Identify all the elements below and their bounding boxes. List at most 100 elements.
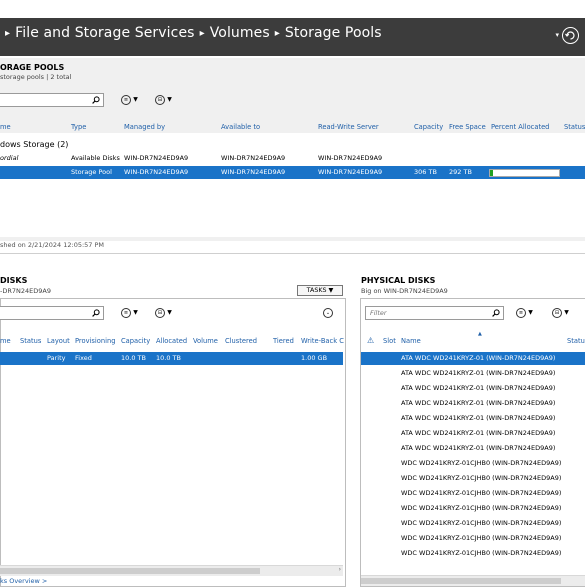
pool-available-to: WIN-DR7N24ED9A9 xyxy=(221,154,286,162)
column-header-slot[interactable]: Slot xyxy=(383,337,396,345)
refresh-button[interactable] xyxy=(562,27,579,44)
column-header-clustered[interactable]: Clustered xyxy=(225,337,257,345)
breadcrumb-item-volumes[interactable]: Volumes xyxy=(210,25,270,41)
list-icon: ≡ xyxy=(121,308,131,318)
column-header-provisioning[interactable]: Provisioning xyxy=(75,337,115,345)
list-icon: ≡ xyxy=(516,308,526,318)
column-header-name[interactable]: me xyxy=(0,123,11,131)
physical-disk-name: ATA WDC WD241KRYZ-01 (WIN-DR7N24ED9A9) xyxy=(401,399,556,407)
physical-disk-name: ATA WDC WD241KRYZ-01 (WIN-DR7N24ED9A9) xyxy=(401,354,556,362)
list-item[interactable]: ATA WDC WD241KRYZ-01 (WIN-DR7N24ED9A9) xyxy=(361,367,585,380)
scroll-right-icon[interactable]: › xyxy=(339,566,341,573)
vdisk-write-back-cache: 1.00 GB xyxy=(301,354,328,362)
refresh-timestamp: shed on 2/21/2024 12:05:57 PM xyxy=(0,241,105,249)
storage-pools-filter-input[interactable] xyxy=(0,93,104,107)
search-icon[interactable] xyxy=(92,96,100,104)
filter-icon: ⊟ xyxy=(155,95,165,105)
pool-managed-by: WIN-DR7N24ED9A9 xyxy=(124,154,189,162)
chevron-down-icon: ▼ xyxy=(528,309,533,316)
vdisk-allocated: 10.0 TB xyxy=(156,354,181,362)
table-row[interactable]: ordial Available Disks WIN-DR7N24ED9A9 W… xyxy=(0,153,585,164)
column-header-volume[interactable]: Volume xyxy=(193,337,218,345)
column-header-status[interactable]: Statu xyxy=(567,337,585,345)
pool-type: Storage Pool xyxy=(71,168,112,176)
filter-placeholder: Filter xyxy=(370,309,387,317)
virtual-disks-subtitle: -DR7N24ED9A9 xyxy=(0,287,51,295)
chevron-down-icon: ▼ xyxy=(133,96,138,103)
horizontal-scrollbar[interactable] xyxy=(361,575,585,586)
column-header-allocated[interactable]: Allocated xyxy=(156,337,187,345)
table-row[interactable]: Parity Fixed 10.0 TB 10.0 TB 1.00 GB xyxy=(0,352,343,365)
column-header-name[interactable]: me xyxy=(0,337,11,345)
overview-link[interactable]: ks Overview > xyxy=(0,577,47,585)
horizontal-scrollbar[interactable]: › xyxy=(0,565,343,576)
physical-disk-name: WDC WD241KRYZ-01CJHB0 (WIN-DR7N24ED9A9) xyxy=(401,489,562,497)
column-header-percent-allocated[interactable]: Percent Allocated xyxy=(491,123,549,131)
list-item[interactable]: ATA WDC WD241KRYZ-01 (WIN-DR7N24ED9A9) xyxy=(361,442,585,455)
expand-button[interactable]: ⌄ xyxy=(323,308,333,318)
warning-icon[interactable]: ⚠ xyxy=(367,336,374,345)
list-item[interactable]: WDC WD241KRYZ-01CJHB0 (WIN-DR7N24ED9A9) xyxy=(361,502,585,515)
list-item[interactable]: WDC WD241KRYZ-01CJHB0 (WIN-DR7N24ED9A9) xyxy=(361,472,585,485)
column-header-layout[interactable]: Layout xyxy=(47,337,70,345)
physical-disk-name: ATA WDC WD241KRYZ-01 (WIN-DR7N24ED9A9) xyxy=(401,384,556,392)
physical-disk-name: WDC WD241KRYZ-01CJHB0 (WIN-DR7N24ED9A9) xyxy=(401,474,562,482)
virtual-disks-filter-input[interactable] xyxy=(0,306,104,320)
column-header-free-space[interactable]: Free Space xyxy=(449,123,486,131)
refresh-icon xyxy=(565,31,575,40)
pool-type: Available Disks xyxy=(71,154,120,162)
filter-icon: ⊟ xyxy=(552,308,562,318)
list-options-button[interactable]: ≡ ▼ xyxy=(516,308,533,318)
list-item[interactable]: WDC WD241KRYZ-01CJHB0 (WIN-DR7N24ED9A9) xyxy=(361,457,585,470)
tasks-button[interactable]: TASKS ▼ xyxy=(297,285,343,296)
table-row[interactable]: Storage Pool WIN-DR7N24ED9A9 WIN-DR7N24E… xyxy=(0,166,585,179)
scrollbar-thumb[interactable] xyxy=(361,578,561,584)
history-dropdown-icon[interactable]: ▾ xyxy=(555,31,559,39)
scrollbar-thumb[interactable] xyxy=(0,568,260,574)
list-item[interactable]: ATA WDC WD241KRYZ-01 (WIN-DR7N24ED9A9) xyxy=(361,427,585,440)
column-header-type[interactable]: Type xyxy=(71,123,86,131)
column-header-capacity[interactable]: Capacity xyxy=(121,337,150,345)
list-options-button[interactable]: ≡ ▼ xyxy=(121,95,138,105)
filter-options-button[interactable]: ⊟ ▼ xyxy=(155,95,172,105)
column-header-status[interactable]: Status xyxy=(20,337,41,345)
list-options-button[interactable]: ≡ ▼ xyxy=(121,308,138,318)
physical-disks-list: ATA WDC WD241KRYZ-01 (WIN-DR7N24ED9A9) AT… xyxy=(361,352,585,562)
physical-disk-name: WDC WD241KRYZ-01CJHB0 (WIN-DR7N24ED9A9) xyxy=(401,519,562,527)
vdisk-provisioning: Fixed xyxy=(75,354,92,362)
column-header-available-to[interactable]: Available to xyxy=(221,123,260,131)
list-item[interactable]: ATA WDC WD241KRYZ-01 (WIN-DR7N24ED9A9) xyxy=(361,382,585,395)
physical-disks-filter-input[interactable]: Filter xyxy=(365,306,504,320)
breadcrumb-separator-icon: ▸ xyxy=(199,28,205,39)
list-item[interactable]: ATA WDC WD241KRYZ-01 (WIN-DR7N24ED9A9) xyxy=(361,412,585,425)
physical-disks-subtitle: Big on WIN-DR7N24ED9A9 xyxy=(361,287,448,295)
virtual-disks-title: DISKS xyxy=(0,276,28,285)
list-item[interactable]: WDC WD241KRYZ-01CJHB0 (WIN-DR7N24ED9A9) xyxy=(361,547,585,560)
physical-disk-name: ATA WDC WD241KRYZ-01 (WIN-DR7N24ED9A9) xyxy=(401,369,556,377)
vdisk-layout: Parity xyxy=(47,354,66,362)
column-header-status[interactable]: Status xyxy=(564,123,585,131)
storage-pools-subtitle: storage pools | 2 total xyxy=(0,73,72,81)
column-header-tiered[interactable]: Tiered xyxy=(273,337,294,345)
search-icon[interactable] xyxy=(492,309,500,317)
group-header[interactable]: dows Storage (2) xyxy=(0,140,68,149)
column-header-name[interactable]: Name xyxy=(401,337,421,345)
breadcrumb-separator-icon: ▸ xyxy=(5,28,11,39)
column-header-write-back-cache[interactable]: Write-Back C xyxy=(301,337,344,345)
column-header-read-write-server[interactable]: Read-Write Server xyxy=(318,123,379,131)
search-icon[interactable] xyxy=(92,309,100,317)
filter-options-button[interactable]: ⊟ ▼ xyxy=(552,308,569,318)
list-item[interactable]: WDC WD241KRYZ-01CJHB0 (WIN-DR7N24ED9A9) xyxy=(361,532,585,545)
physical-disk-name: WDC WD241KRYZ-01CJHB0 (WIN-DR7N24ED9A9) xyxy=(401,504,562,512)
list-item[interactable]: WDC WD241KRYZ-01CJHB0 (WIN-DR7N24ED9A9) xyxy=(361,487,585,500)
filter-options-button[interactable]: ⊟ ▼ xyxy=(155,308,172,318)
list-item[interactable]: ATA WDC WD241KRYZ-01 (WIN-DR7N24ED9A9) xyxy=(361,397,585,410)
list-item[interactable]: WDC WD241KRYZ-01CJHB0 (WIN-DR7N24ED9A9) xyxy=(361,517,585,530)
breadcrumb-item-file-storage[interactable]: File and Storage Services xyxy=(15,25,194,41)
list-item[interactable]: ATA WDC WD241KRYZ-01 (WIN-DR7N24ED9A9) xyxy=(361,352,585,365)
breadcrumb: ▸ File and Storage Services ▸ Volumes ▸ Stora… xyxy=(0,25,382,41)
column-header-capacity[interactable]: Capacity xyxy=(414,123,443,131)
physical-disk-name: WDC WD241KRYZ-01CJHB0 (WIN-DR7N24ED9A9) xyxy=(401,459,562,467)
column-header-managed-by[interactable]: Managed by xyxy=(124,123,165,131)
storage-pools-title: ORAGE POOLS xyxy=(0,63,65,72)
